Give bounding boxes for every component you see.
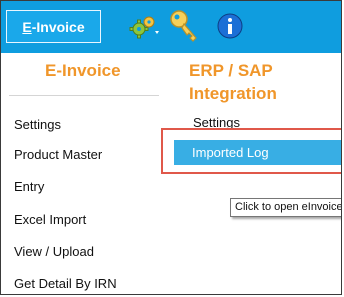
einvoice-column-heading: E-Invoice <box>45 61 121 80</box>
gears-icon[interactable] <box>129 13 159 46</box>
tooltip: Click to open eInvoice <box>230 198 341 217</box>
top-toolbar: E -Invoice <box>1 1 341 53</box>
erp-heading-line2: Integration <box>189 84 277 103</box>
menu-item-entry[interactable]: Entry <box>14 179 44 194</box>
key-icon[interactable] <box>169 9 201 48</box>
einvoice-button-label: -Invoice <box>31 18 85 35</box>
menu-item-view-upload[interactable]: View / Upload <box>14 244 94 259</box>
menu-item-get-detail-by-irn[interactable]: Get Detail By IRN <box>14 276 117 291</box>
info-icon[interactable] <box>217 13 243 44</box>
einvoice-hotkey-letter: E <box>22 18 32 35</box>
column-divider <box>9 95 159 96</box>
menu-item-settings[interactable]: Settings <box>14 117 61 132</box>
menu-item-product-master[interactable]: Product Master <box>14 147 102 162</box>
erp-sap-integration-heading: ERP / SAP Integration <box>189 59 319 105</box>
einvoice-menu-button[interactable]: E -Invoice <box>6 10 101 43</box>
app-window: E -Invoice E-Invoice Settings Product Ma… <box>0 0 342 295</box>
imported-log-label: Imported Log <box>192 145 269 160</box>
menu-item-excel-import[interactable]: Excel Import <box>14 212 86 227</box>
erp-heading-line1: ERP / SAP <box>189 61 273 80</box>
menu-item-imported-log[interactable]: Imported Log <box>174 140 341 165</box>
